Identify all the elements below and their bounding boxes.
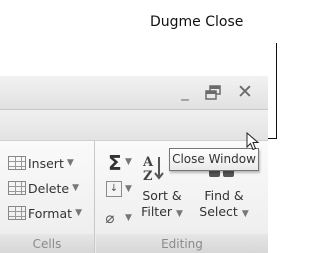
- find-select-label-line1: Find &: [204, 188, 244, 203]
- document-window-controls: ? – ✕: [0, 110, 268, 171]
- chevron-down-icon[interactable]: ▼: [125, 184, 132, 194]
- chevron-down-icon: ▼: [176, 209, 183, 219]
- find-select-label-line2-wrap: Select ▼: [196, 204, 252, 222]
- svg-text:A: A: [143, 155, 154, 170]
- app-minimize-button[interactable]: _: [176, 85, 194, 103]
- app-restore-button[interactable]: [203, 85, 223, 103]
- format-label: Format: [28, 205, 73, 221]
- chevron-down-icon: ▼: [75, 208, 82, 218]
- find-select-label-line2: Select: [199, 204, 238, 219]
- callout-leader-vertical: [276, 43, 277, 138]
- callout-label: Dugme Close: [150, 14, 244, 30]
- restore-icon: [205, 85, 221, 100]
- editing-group-label: Editing: [96, 234, 268, 253]
- cells-group-label: Cells: [0, 234, 94, 253]
- sort-filter-label-line2: Filter: [141, 204, 173, 219]
- chevron-down-icon: ▼: [72, 183, 79, 193]
- delete-label: Delete: [28, 180, 70, 196]
- sort-filter-label-line2-wrap: Filter ▼: [136, 204, 188, 222]
- insert-button[interactable]: Insert ▼: [8, 153, 74, 173]
- chevron-down-icon: ▼: [66, 158, 74, 168]
- insert-label: Insert: [28, 155, 64, 171]
- chevron-down-icon[interactable]: ▼: [125, 157, 132, 167]
- app-close-button[interactable]: ✕: [234, 83, 256, 103]
- svg-text:Z: Z: [143, 169, 153, 181]
- sum-icon[interactable]: Σ: [108, 151, 122, 175]
- clear-icon[interactable]: ⌀: [105, 209, 114, 227]
- format-cells-icon: [8, 206, 26, 220]
- format-button[interactable]: Format ▼: [8, 203, 82, 223]
- cells-group: Insert ▼ Delete ▼ Format ▼ Cells: [0, 141, 95, 253]
- sort-filter-button[interactable]: Sort & Filter ▼: [136, 188, 188, 222]
- chevron-down-icon: ▼: [241, 209, 249, 219]
- chevron-down-icon[interactable]: ▼: [125, 213, 132, 223]
- sort-filter-label-line1: Sort &: [142, 188, 182, 203]
- insert-cells-icon: [8, 156, 26, 170]
- title-bar: _ ✕: [0, 76, 268, 110]
- delete-button[interactable]: Delete ▼: [8, 178, 79, 198]
- delete-cells-icon: [8, 181, 26, 195]
- fill-icon[interactable]: ↓: [106, 181, 122, 197]
- find-select-button[interactable]: Find & Select ▼: [196, 188, 252, 222]
- cursor-icon: [246, 132, 260, 151]
